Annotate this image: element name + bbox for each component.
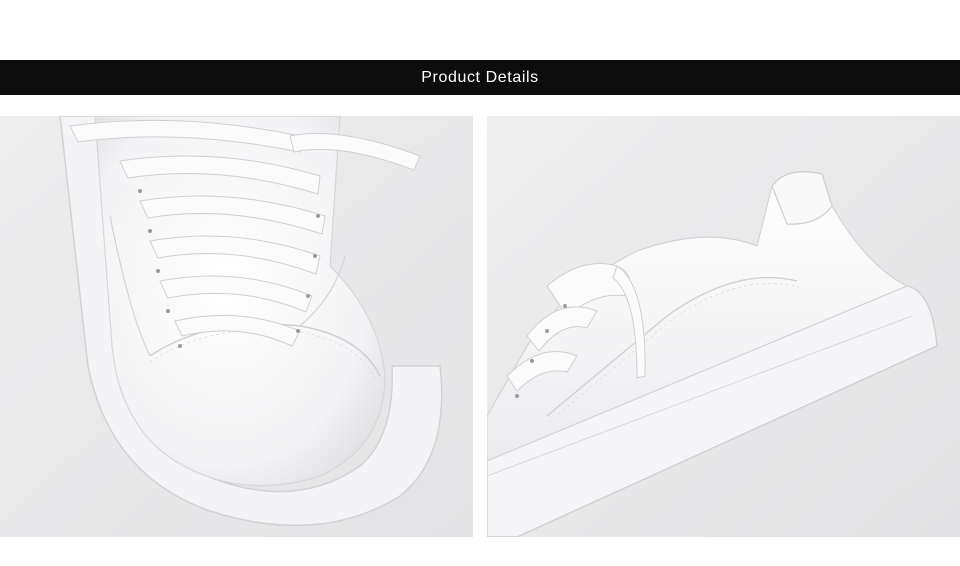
sneaker-side-illustration: [487, 116, 960, 537]
product-photo-side-view: [487, 116, 960, 537]
product-photo-toe-closeup: [0, 116, 473, 537]
sneaker-toe-illustration: [0, 116, 473, 537]
section-header-banner: Product Details: [0, 60, 960, 95]
section-title: Product Details: [421, 68, 539, 86]
